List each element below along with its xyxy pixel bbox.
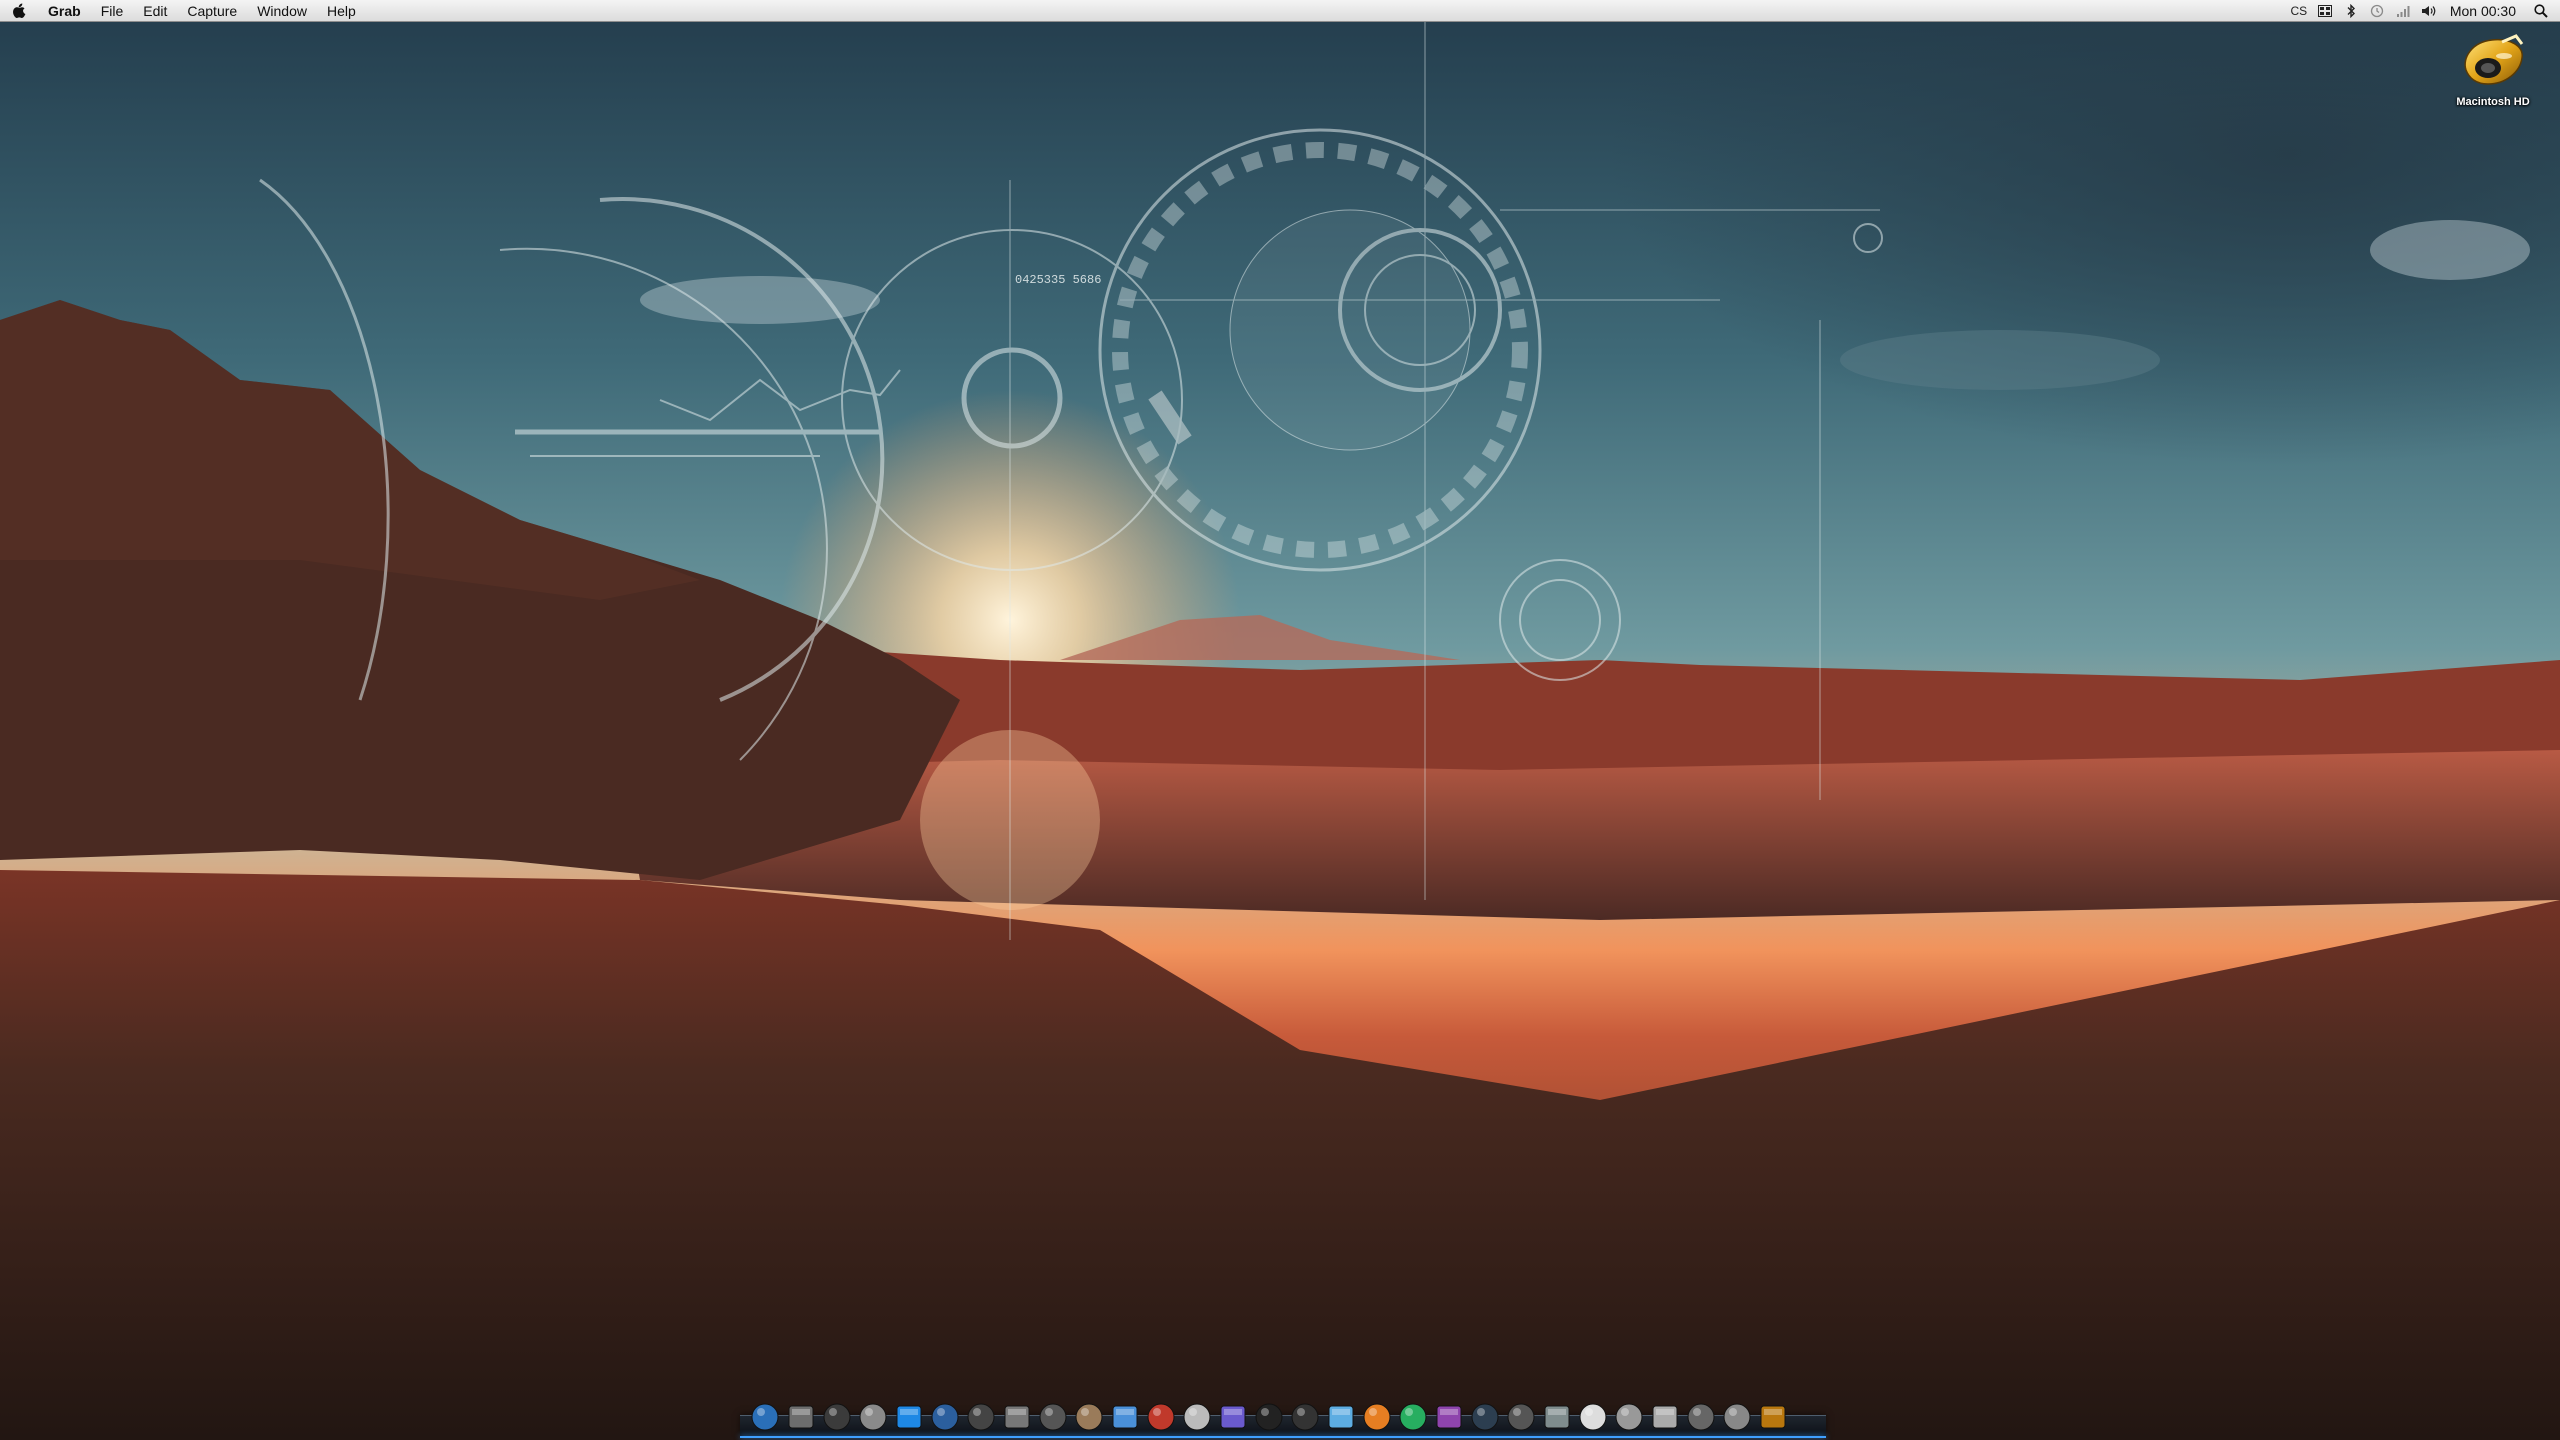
app-menu-grab[interactable]: Grab (38, 0, 91, 22)
cs-status-item[interactable]: CS (2286, 0, 2312, 22)
photos-icon (1147, 1403, 1174, 1431)
dock-item-notepad[interactable] (1576, 1396, 1609, 1432)
apple-menu-icon[interactable] (0, 0, 38, 22)
disk-icon (823, 1403, 850, 1431)
spaceship-icon (1760, 1405, 1785, 1429)
dock-item-globe[interactable] (784, 1396, 817, 1432)
menu-help[interactable]: Help (317, 0, 366, 22)
clapper-icon (1291, 1403, 1318, 1431)
dock-item-spaceship[interactable] (1756, 1396, 1789, 1432)
camera-icon (967, 1403, 994, 1431)
preview-icon (859, 1403, 886, 1431)
dock-item-finder[interactable] (748, 1396, 781, 1432)
desktop-icon-macintosh-hd[interactable]: Macintosh HD (2438, 30, 2548, 108)
downloads-icon (1652, 1405, 1677, 1429)
safari-icon (896, 1405, 921, 1429)
keyboard-icon (1507, 1403, 1534, 1431)
dock-item-xbox[interactable] (1252, 1396, 1285, 1432)
dock-item-itunes[interactable] (1108, 1396, 1141, 1432)
menu-clock[interactable]: Mon 00:30 (2442, 3, 2528, 19)
dock-item-moon[interactable] (1216, 1396, 1249, 1432)
xbox-icon (1255, 1403, 1282, 1431)
dock-glow-line (740, 1436, 1826, 1438)
dock-item-color-wheel[interactable] (1360, 1396, 1393, 1432)
dock-item-photos[interactable] (1144, 1396, 1177, 1432)
app-store-icon (1544, 1405, 1569, 1429)
dock-item-automator[interactable] (1180, 1396, 1213, 1432)
dock-item-film[interactable] (1396, 1396, 1429, 1432)
hud-readout: 0425335 5686 (1015, 273, 1101, 287)
time-machine-icon[interactable] (2364, 0, 2390, 22)
arrow-icon (1723, 1403, 1750, 1431)
volume-icon[interactable] (2416, 0, 2442, 22)
display-icon[interactable] (2312, 0, 2338, 22)
menu-bar: Grab File Edit Capture Window Help CS Mo… (0, 0, 2560, 22)
dock-item-disk[interactable] (820, 1396, 853, 1432)
gears-icon (1328, 1405, 1353, 1429)
dock (740, 1388, 1826, 1438)
globe-icon (788, 1405, 813, 1429)
separator-icon (1615, 1403, 1642, 1431)
color-wheel-icon (1363, 1403, 1390, 1431)
dock-item-downloads[interactable] (1648, 1396, 1681, 1432)
dock-item-trash[interactable] (1684, 1396, 1717, 1432)
menu-file[interactable]: File (91, 0, 134, 22)
dock-item-separator[interactable] (1612, 1396, 1645, 1432)
script-icon (1075, 1403, 1102, 1431)
finder-icon (751, 1403, 778, 1431)
disc-icon (1436, 1405, 1461, 1429)
hard-drive-icon (2458, 30, 2528, 94)
trash-icon (1687, 1403, 1714, 1431)
folder-icon (1004, 1405, 1029, 1429)
dock-item-folder[interactable] (1000, 1396, 1033, 1432)
menu-window[interactable]: Window (247, 0, 317, 22)
moon-icon (1220, 1405, 1245, 1429)
desktop-icon-label: Macintosh HD (2456, 96, 2530, 108)
notepad-icon (1579, 1403, 1606, 1431)
dock-item-terminal[interactable] (1468, 1396, 1501, 1432)
film-icon (1399, 1403, 1426, 1431)
bluetooth-icon[interactable] (2338, 0, 2364, 22)
dock-item-arrow[interactable] (1720, 1396, 1753, 1432)
dock-item-world[interactable] (928, 1396, 961, 1432)
dock-item-clapper[interactable] (1288, 1396, 1321, 1432)
menu-edit[interactable]: Edit (133, 0, 177, 22)
dock-item-gears[interactable] (1324, 1396, 1357, 1432)
terminal-icon (1471, 1403, 1498, 1431)
dock-item-disc[interactable] (1432, 1396, 1465, 1432)
itunes-icon (1112, 1405, 1137, 1429)
world-icon (931, 1403, 958, 1431)
spotlight-search-icon[interactable] (2528, 0, 2554, 22)
desktop-wallpaper: 0425335 5686 (0, 0, 2560, 1440)
dock-item-script[interactable] (1072, 1396, 1105, 1432)
dock-item-keyboard[interactable] (1504, 1396, 1537, 1432)
dock-item-preview[interactable] (856, 1396, 889, 1432)
notebook-icon (1039, 1403, 1066, 1431)
menu-capture[interactable]: Capture (177, 0, 247, 22)
dock-item-safari[interactable] (892, 1396, 925, 1432)
dock-item-notebook[interactable] (1036, 1396, 1069, 1432)
automator-icon (1183, 1403, 1210, 1431)
wifi-icon[interactable] (2390, 0, 2416, 22)
dock-item-app-store[interactable] (1540, 1396, 1573, 1432)
dock-icon-row (748, 1396, 1789, 1432)
dock-item-camera[interactable] (964, 1396, 997, 1432)
